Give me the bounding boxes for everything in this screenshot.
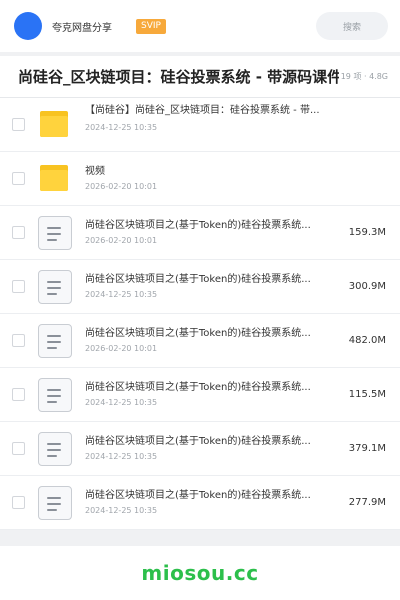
file-text: 视频 2026-02-20 10:01 — [85, 165, 400, 192]
file-row[interactable]: 尚硅谷区块链项目之(基于Token的)硅谷投票系统... 2024-12-25 1… — [0, 368, 400, 422]
file-name[interactable]: 尚硅谷区块链项目之(基于Token的)硅谷投票系统... — [85, 381, 341, 395]
file-date: 2024-12-25 10:35 — [85, 398, 158, 407]
file-list: 【尚硅谷】尚硅谷_区块链项目：硅谷投票系统 - 带... 2024-12-25 1… — [0, 98, 400, 530]
file-text: 尚硅谷区块链项目之(基于Token的)硅谷投票系统... 2024-12-25 1… — [85, 489, 349, 516]
file-name[interactable]: 尚硅谷区块链项目之(基于Token的)硅谷投票系统... — [85, 435, 341, 449]
file-name[interactable]: 尚硅谷区块链项目之(基于Token的)硅谷投票系统... — [85, 273, 341, 287]
file-row[interactable]: 尚硅谷区块链项目之(基于Token的)硅谷投票系统... 2024-12-25 1… — [0, 422, 400, 476]
document-icon — [38, 215, 72, 250]
row-checkbox[interactable] — [12, 118, 25, 131]
document-icon — [38, 431, 72, 466]
row-checkbox[interactable] — [12, 496, 25, 509]
file-row[interactable]: 尚硅谷区块链项目之(基于Token的)硅谷投票系统... 2024-12-25 1… — [0, 476, 400, 530]
file-size: 300.9M — [348, 281, 386, 292]
file-size: 482.0M — [348, 335, 386, 346]
file-text: 尚硅谷区块链项目之(基于Token的)硅谷投票系统... 2024-12-25 1… — [85, 273, 349, 300]
avatar[interactable] — [14, 12, 42, 40]
file-text: 尚硅谷区块链项目之(基于Token的)硅谷投票系统... 2026-02-20 1… — [85, 219, 349, 246]
share-meta: 19 项 · 4.8G — [338, 71, 388, 82]
site-name: 夸克网盘分享 — [52, 22, 112, 34]
file-size: 115.5M — [348, 389, 386, 400]
file-size: 159.3M — [348, 227, 386, 238]
file-size: 379.1M — [348, 443, 386, 454]
document-icon — [38, 269, 72, 304]
row-checkbox[interactable] — [12, 334, 25, 347]
file-text: 尚硅谷区块链项目之(基于Token的)硅谷投票系统... 2024-12-25 1… — [85, 435, 349, 462]
file-date: 2024-12-25 10:35 — [85, 122, 158, 132]
file-text: 尚硅谷区块链项目之(基于Token的)硅谷投票系统... 2024-12-25 1… — [85, 381, 349, 408]
footer: miosou.cc — [0, 546, 400, 600]
file-row[interactable]: 尚硅谷区块链项目之(基于Token的)硅谷投票系统... 2024-12-25 1… — [0, 260, 400, 314]
file-row[interactable]: 【尚硅谷】尚硅谷_区块链项目：硅谷投票系统 - 带... 2024-12-25 1… — [0, 98, 400, 152]
file-row[interactable]: 尚硅谷区块链项目之(基于Token的)硅谷投票系统... 2026-02-20 1… — [0, 314, 400, 368]
file-row[interactable]: 尚硅谷区块链项目之(基于Token的)硅谷投票系统... 2026-02-20 1… — [0, 206, 400, 260]
file-date: 2026-02-20 10:01 — [85, 344, 158, 353]
row-checkbox[interactable] — [12, 226, 25, 239]
file-name[interactable]: 【尚硅谷】尚硅谷_区块链项目：硅谷投票系统 - 带... — [85, 104, 321, 118]
file-date: 2024-12-25 10:35 — [85, 506, 158, 515]
file-date: 2024-12-25 10:35 — [85, 452, 158, 461]
row-checkbox[interactable] — [12, 172, 25, 185]
brand-watermark: miosou.cc — [141, 561, 259, 585]
file-date: 2024-12-25 10:35 — [85, 290, 158, 299]
header: 夸克网盘分享 SVIP 搜索 — [0, 0, 400, 52]
document-icon — [38, 377, 72, 412]
file-name[interactable]: 尚硅谷区块链项目之(基于Token的)硅谷投票系统... — [85, 219, 341, 233]
document-icon — [38, 485, 72, 520]
share-title-bar: 尚硅谷_区块链项目：硅谷投票系统 - 带源码课件 19 项 · 4.8G — [0, 56, 400, 98]
svip-badge: SVIP — [136, 18, 166, 34]
search-button[interactable]: 搜索 — [316, 12, 388, 40]
file-name[interactable]: 尚硅谷区块链项目之(基于Token的)硅谷投票系统... — [85, 327, 341, 341]
file-row[interactable]: 视频 2026-02-20 10:01 — [0, 152, 400, 206]
file-date: 2026-02-20 10:01 — [85, 236, 158, 245]
document-icon — [38, 323, 72, 358]
file-date: 2026-02-20 10:01 — [85, 182, 158, 191]
row-checkbox[interactable] — [12, 388, 25, 401]
folder-icon — [38, 162, 72, 196]
folder-icon — [38, 108, 72, 142]
file-text: 尚硅谷区块链项目之(基于Token的)硅谷投票系统... 2026-02-20 1… — [85, 327, 349, 354]
file-text: 【尚硅谷】尚硅谷_区块链项目：硅谷投票系统 - 带... 2024-12-25 1… — [85, 105, 400, 142]
file-name[interactable]: 尚硅谷区块链项目之(基于Token的)硅谷投票系统... — [85, 489, 341, 503]
file-name[interactable]: 视频 — [85, 165, 392, 179]
share-title: 尚硅谷_区块链项目：硅谷投票系统 - 带源码课件 — [18, 68, 343, 86]
row-checkbox[interactable] — [12, 442, 25, 455]
row-checkbox[interactable] — [12, 280, 25, 293]
file-size: 277.9M — [348, 497, 386, 508]
